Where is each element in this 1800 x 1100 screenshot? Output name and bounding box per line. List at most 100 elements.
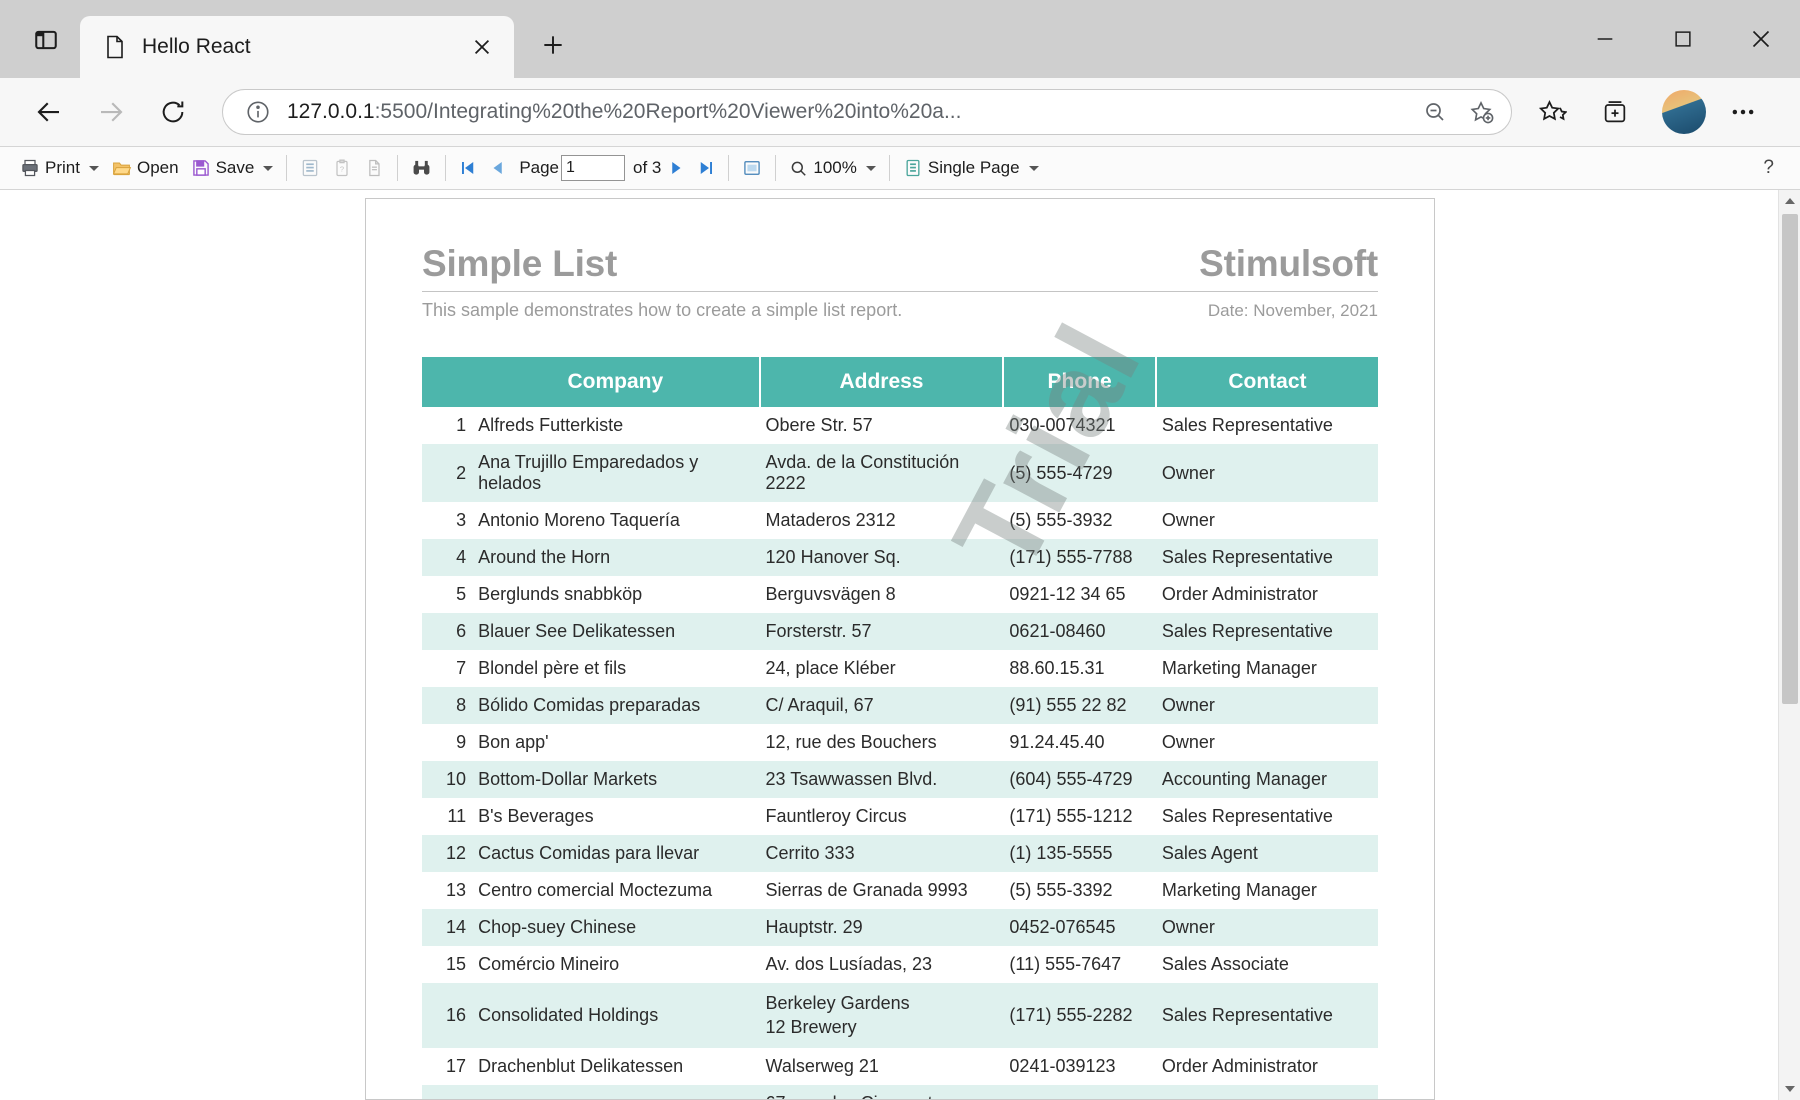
cell-address: Forsterstr. 57 xyxy=(759,613,1004,650)
cell-address: C/ Araquil, 67 xyxy=(759,687,1004,724)
cell-contact: Sales Representative xyxy=(1155,539,1378,576)
next-page-icon[interactable] xyxy=(661,151,691,185)
cell-address: Walserweg 21 xyxy=(765,1055,879,1076)
cell-contact: Order Administrator xyxy=(1161,584,1318,604)
scroll-up-button[interactable] xyxy=(1779,190,1800,212)
cell-index: 5 xyxy=(456,584,467,604)
table-row: 8 Bólido Comidas preparadas C/ Araquil, 67… xyxy=(422,687,1378,724)
save-button[interactable]: Save xyxy=(185,151,280,185)
close-icon[interactable] xyxy=(464,29,500,65)
cell-phone: (171) 555-2282 xyxy=(1003,983,1156,1048)
toolbar-separator xyxy=(888,155,890,181)
scrollbar-thumb[interactable] xyxy=(1782,214,1798,704)
address-bar[interactable]: 127.0.0.1:5500/Integrating%20the%20Repor… xyxy=(222,89,1512,135)
browser-tab[interactable]: Hello React xyxy=(80,16,514,78)
table-row: 13 Centro comercial Moctezuma Sierras de G… xyxy=(422,872,1378,909)
cell-company: Bon app' xyxy=(478,732,549,752)
page-total-label: of 3 xyxy=(633,158,662,177)
new-tab-button[interactable] xyxy=(530,22,576,68)
cell-index: 14 xyxy=(422,909,473,946)
cell-company: Drachenblut Delikatessen xyxy=(478,1055,684,1076)
zoom-out-icon[interactable] xyxy=(1415,92,1455,132)
cell-index: 13 xyxy=(446,880,467,900)
add-favorite-icon[interactable] xyxy=(1461,92,1501,132)
toolbar-separator xyxy=(775,155,777,181)
scroll-down-button[interactable] xyxy=(1779,1078,1800,1100)
open-label: Open xyxy=(136,158,179,177)
first-page-icon[interactable] xyxy=(453,151,483,185)
cell-phone: 030-0074321 xyxy=(1009,415,1116,435)
page-view-icon xyxy=(906,159,920,177)
table-row: 14 Chop-suey Chinese Hauptstr. 29 0452-0765… xyxy=(422,909,1378,946)
cell-contact: Owner xyxy=(1155,909,1378,946)
browser-window: Hello React 127.0.0.1:5500/Integrating%2… xyxy=(0,0,1800,1100)
cell-phone: 0241-039123 xyxy=(1009,1055,1116,1076)
info-circle-icon[interactable] xyxy=(241,95,275,129)
zoom-control[interactable]: 100% xyxy=(783,151,881,185)
cell-company: Berglunds snabbköp xyxy=(478,584,643,604)
chevron-down-icon[interactable] xyxy=(263,165,274,171)
last-page-icon[interactable] xyxy=(691,151,721,185)
avatar[interactable] xyxy=(1662,90,1706,134)
bookmarks-icon[interactable] xyxy=(294,151,326,185)
cell-index: 6 xyxy=(422,613,473,650)
table-row: 18Du monde entier67, rue des Cinquante O… xyxy=(422,1084,1378,1099)
minimize-icon[interactable] xyxy=(1566,0,1644,78)
table-row: 3 Antonio Moreno Taquería Mataderos 2312 (5… xyxy=(422,502,1378,539)
back-arrow-icon[interactable] xyxy=(22,85,76,139)
cell-phone: 91.24.45.40 xyxy=(1009,732,1105,752)
cell-phone: (604) 555-4729 xyxy=(1003,761,1156,798)
header-divider xyxy=(422,291,1378,292)
open-button[interactable]: Open xyxy=(105,151,185,185)
vertical-scrollbar[interactable] xyxy=(1778,190,1800,1100)
view-mode-control[interactable]: Single Page xyxy=(897,151,1045,185)
cell-contact: Sales Representative xyxy=(1161,806,1333,826)
cell-address: Berguvsvägen 8 xyxy=(765,584,896,604)
tab-strip: Hello React xyxy=(0,0,1800,78)
cell-index: 7 xyxy=(456,658,467,678)
cell-phone: (5) 555-3932 xyxy=(1009,510,1113,530)
collections-icon[interactable] xyxy=(1588,85,1642,139)
previous-page-icon[interactable] xyxy=(483,151,513,185)
full-screen-icon[interactable] xyxy=(736,151,768,185)
cell-address: Mataderos 2312 xyxy=(765,510,896,530)
cell-index: 11 xyxy=(447,806,467,826)
table-row: 4 Around the Horn 120 Hanover Sq. (171) 555… xyxy=(422,539,1378,576)
cell-address: 120 Hanover Sq. xyxy=(759,539,1004,576)
sidebar-toggle-icon[interactable] xyxy=(18,12,74,68)
cell-index: 18 xyxy=(422,1084,473,1099)
page-label: Page xyxy=(519,158,560,177)
toolbar-separator xyxy=(286,155,288,181)
table-row: 9 Bon app' 12, rue des Bouchers 91.24.45.40… xyxy=(422,724,1378,761)
cell-index: 8 xyxy=(422,687,473,724)
print-button[interactable]: Print xyxy=(14,151,105,185)
cell-company: Du monde entier xyxy=(472,1084,760,1099)
url-path: :5500/Integrating%20the%20Report%20Viewe… xyxy=(374,100,962,123)
resources-icon[interactable] xyxy=(358,151,390,185)
chevron-down-icon[interactable] xyxy=(88,165,99,171)
cell-address: Sierras de Granada 9993 xyxy=(765,880,968,900)
close-icon[interactable] xyxy=(1722,0,1800,78)
help-button[interactable]: ? xyxy=(1763,157,1774,179)
page-icon xyxy=(102,32,128,62)
cell-address: Cerrito 333 xyxy=(759,835,1004,872)
chevron-down-icon[interactable] xyxy=(865,165,876,171)
find-binoculars-icon[interactable] xyxy=(405,151,438,185)
cell-contact: Marketing Manager xyxy=(1161,880,1317,900)
cell-address: 24, place Kléber xyxy=(765,658,896,678)
reload-icon[interactable] xyxy=(146,85,200,139)
zoom-magnifier-icon xyxy=(792,161,807,176)
page-number-input[interactable] xyxy=(561,155,626,181)
table-row: 11 B's Beverages Fauntleroy Circus (171) 55… xyxy=(422,798,1378,835)
maximize-icon[interactable] xyxy=(1644,0,1722,78)
column-header-phone: Phone xyxy=(1003,357,1157,407)
table-header-row: Company Address Phone Contact xyxy=(422,357,1378,407)
cell-phone: 0921-12 34 65 xyxy=(1009,584,1126,604)
chevron-down-icon[interactable] xyxy=(1028,165,1039,171)
cell-contact: Owner xyxy=(1161,510,1215,530)
more-options-icon[interactable] xyxy=(1716,85,1770,139)
cell-address: 67, rue des Cinquante Otages xyxy=(759,1084,1004,1099)
column-header-address: Address xyxy=(759,357,1005,407)
favorites-icon[interactable] xyxy=(1526,85,1580,139)
parameters-icon[interactable]: ? xyxy=(326,151,358,185)
